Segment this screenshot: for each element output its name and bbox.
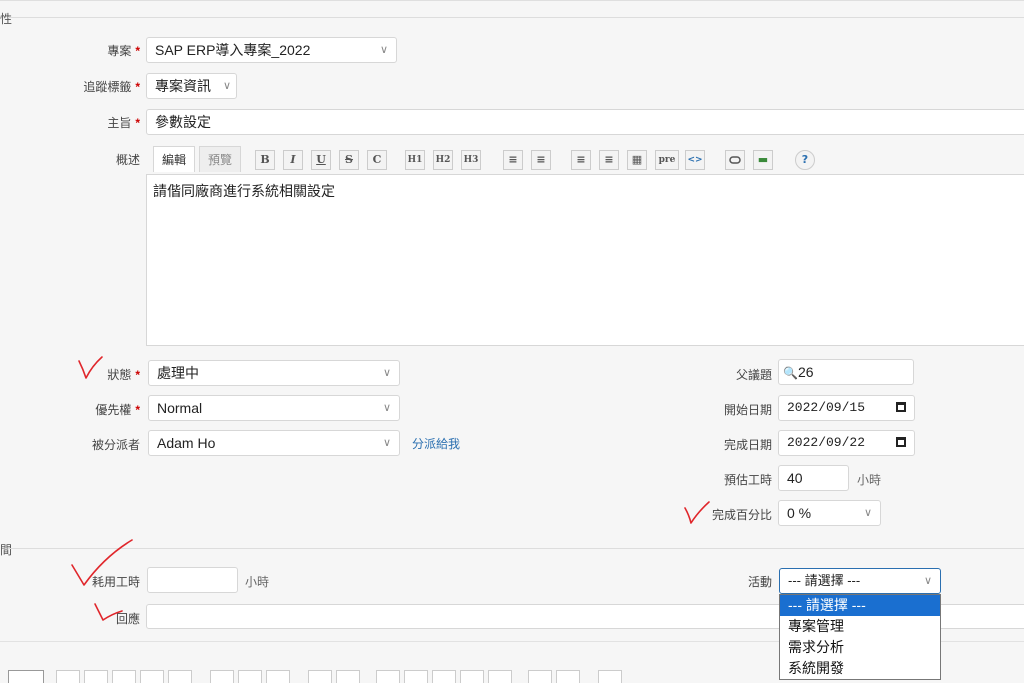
- tracker-select[interactable]: 專案資訊 ∨: [146, 73, 237, 99]
- activity-option[interactable]: 系統開發: [780, 658, 940, 679]
- description-textarea[interactable]: 請偕同廠商進行系統相關設定: [146, 174, 1024, 346]
- activity-label: 活動: [747, 575, 772, 589]
- parent-issue-input[interactable]: 🔍26: [778, 359, 914, 385]
- tab-edit[interactable]: 編輯: [153, 146, 196, 172]
- priority-select[interactable]: Normal ∨: [148, 395, 400, 421]
- estimated-hours-input[interactable]: 40: [778, 465, 849, 491]
- assignee-label: 被分派者: [91, 438, 140, 452]
- calendar-icon: [896, 402, 906, 412]
- table-button[interactable]: ▦: [627, 150, 647, 170]
- indent-button[interactable]: ≡: [571, 150, 591, 170]
- start-date-input[interactable]: 2022/09/15: [778, 395, 915, 421]
- chevron-down-icon: ∨: [379, 44, 388, 56]
- assign-to-me-link[interactable]: 分派給我: [412, 435, 460, 452]
- bold-button[interactable]: B: [255, 150, 275, 170]
- estimated-hours-label: 預估工時: [723, 473, 772, 487]
- activity-option[interactable]: 需求分析: [780, 637, 940, 658]
- top-divider: [0, 0, 1024, 1]
- activity-select[interactable]: --- 請選擇 --- ∨: [779, 568, 941, 594]
- assignee-select[interactable]: Adam Ho ∨: [148, 430, 400, 456]
- h2-button[interactable]: H2: [433, 150, 453, 170]
- parent-label: 父議題: [735, 368, 772, 382]
- underline-button[interactable]: U: [311, 150, 331, 170]
- strikethrough-button[interactable]: S: [339, 150, 359, 170]
- link-icon: [729, 156, 741, 164]
- ordered-list-button[interactable]: ≡: [531, 150, 551, 170]
- estimated-hours-unit: 小時: [857, 473, 882, 487]
- italic-button[interactable]: I: [283, 150, 303, 170]
- chevron-down-icon: ∨: [222, 80, 231, 92]
- subject-label: 主旨 *: [107, 116, 140, 130]
- image-button[interactable]: ▬: [753, 150, 773, 170]
- fieldset-legend: 性: [0, 12, 13, 26]
- chevron-down-icon: ∨: [863, 507, 872, 519]
- activity-option[interactable]: 專案管理: [780, 616, 940, 637]
- chevron-down-icon: ∨: [382, 367, 391, 379]
- fieldset-border: [8, 17, 1024, 18]
- start-date-label: 開始日期: [723, 403, 772, 417]
- status-select[interactable]: 處理中 ∨: [148, 360, 400, 386]
- due-date-input[interactable]: 2022/09/22: [778, 430, 915, 456]
- annotation-check-icon: [71, 539, 133, 586]
- chevron-down-icon: ∨: [382, 402, 391, 414]
- h1-button[interactable]: H1: [405, 150, 425, 170]
- h3-button[interactable]: H3: [461, 150, 481, 170]
- annotation-check-icon: [684, 501, 710, 524]
- project-select[interactable]: SAP ERP導入專案_2022 ∨: [146, 37, 397, 63]
- code-block-button[interactable]: <>: [685, 150, 705, 170]
- project-label: 專案 *: [107, 44, 140, 58]
- spent-hours-input[interactable]: [147, 567, 238, 593]
- spent-hours-unit: 小時: [245, 575, 270, 589]
- description-label: 概述: [115, 153, 140, 167]
- chevron-down-icon: ∨: [382, 437, 391, 449]
- help-icon[interactable]: ?: [795, 150, 815, 170]
- link-button[interactable]: [725, 150, 745, 170]
- calendar-icon: [896, 437, 906, 447]
- unordered-list-button[interactable]: ≡: [503, 150, 523, 170]
- due-date-label: 完成日期: [723, 438, 772, 452]
- annotation-check-icon: [78, 356, 103, 379]
- tracker-label: 追蹤標籤 *: [83, 80, 140, 94]
- time-fieldset-legend: 間: [0, 543, 13, 557]
- pre-button[interactable]: pre: [655, 150, 679, 170]
- subject-input[interactable]: 參數設定: [146, 109, 1024, 135]
- code-button[interactable]: C: [367, 150, 387, 170]
- search-icon: 🔍: [783, 366, 798, 380]
- outdent-button[interactable]: ≡: [599, 150, 619, 170]
- done-ratio-select[interactable]: 0 % ∨: [778, 500, 881, 526]
- activity-dropdown-list[interactable]: --- 請選擇 --- 專案管理 需求分析 系統開發: [779, 594, 941, 680]
- tab-preview[interactable]: 預覽: [199, 146, 242, 172]
- time-fieldset-border: [8, 548, 1024, 549]
- priority-label: 優先權 *: [95, 403, 140, 417]
- chevron-down-icon: ∨: [923, 575, 932, 587]
- activity-option[interactable]: --- 請選擇 ---: [780, 595, 940, 616]
- annotation-check-icon: [94, 603, 123, 621]
